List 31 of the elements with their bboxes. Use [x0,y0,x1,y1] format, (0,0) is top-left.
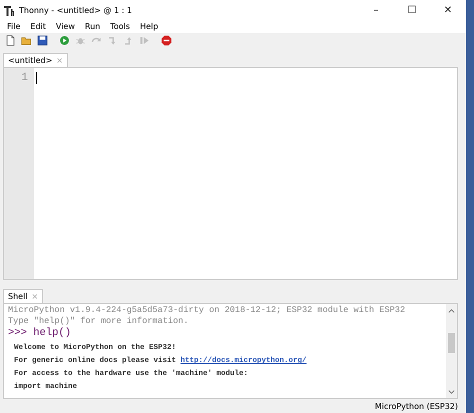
interpreter-status[interactable]: MicroPython (ESP32) [374,402,458,411]
menu-item[interactable]: View [50,22,80,31]
text-cursor [36,72,37,84]
shell-output-line: Type "help()" for more information. [8,316,190,327]
scroll-thumb[interactable] [448,333,455,354]
shell-tab[interactable]: Shell × [3,289,44,304]
tab-label: Shell [8,292,28,302]
run-icon[interactable] [59,35,70,46]
save-icon[interactable] [37,35,48,46]
menu-item[interactable]: Tools [105,22,135,31]
minimize-button[interactable]: – [358,0,394,20]
app-logo-icon [4,4,15,16]
tab-label: <untitled> [8,56,52,66]
editor-tab[interactable]: <untitled> × [3,53,68,68]
new-file-icon[interactable] [5,35,16,46]
scroll-down-icon[interactable] [448,388,455,396]
scrollbar[interactable] [446,304,457,398]
scroll-up-icon[interactable] [448,308,455,316]
maximize-button[interactable]: ☐ [394,0,430,20]
close-button[interactable]: ✕ [430,0,466,20]
menu-item[interactable]: Help [134,22,164,31]
window-title: Thonny - <untitled> @ 1 : 1 [19,6,134,14]
folder-icon[interactable] [21,35,32,46]
line-number: 1 [21,72,29,84]
shell-command: help() [33,327,72,340]
menu-item[interactable]: Edit [25,22,51,31]
menu-item[interactable]: File [2,22,26,31]
menu-item[interactable]: Run [80,22,106,31]
shell-output-line: MicroPython v1.9.4-224-g5a5d5a73-dirty on 2018-12-12; ESP32 module with ESP32 [8,305,406,316]
stop-icon[interactable] [161,35,172,46]
shell-prompt: >>> [8,327,27,340]
